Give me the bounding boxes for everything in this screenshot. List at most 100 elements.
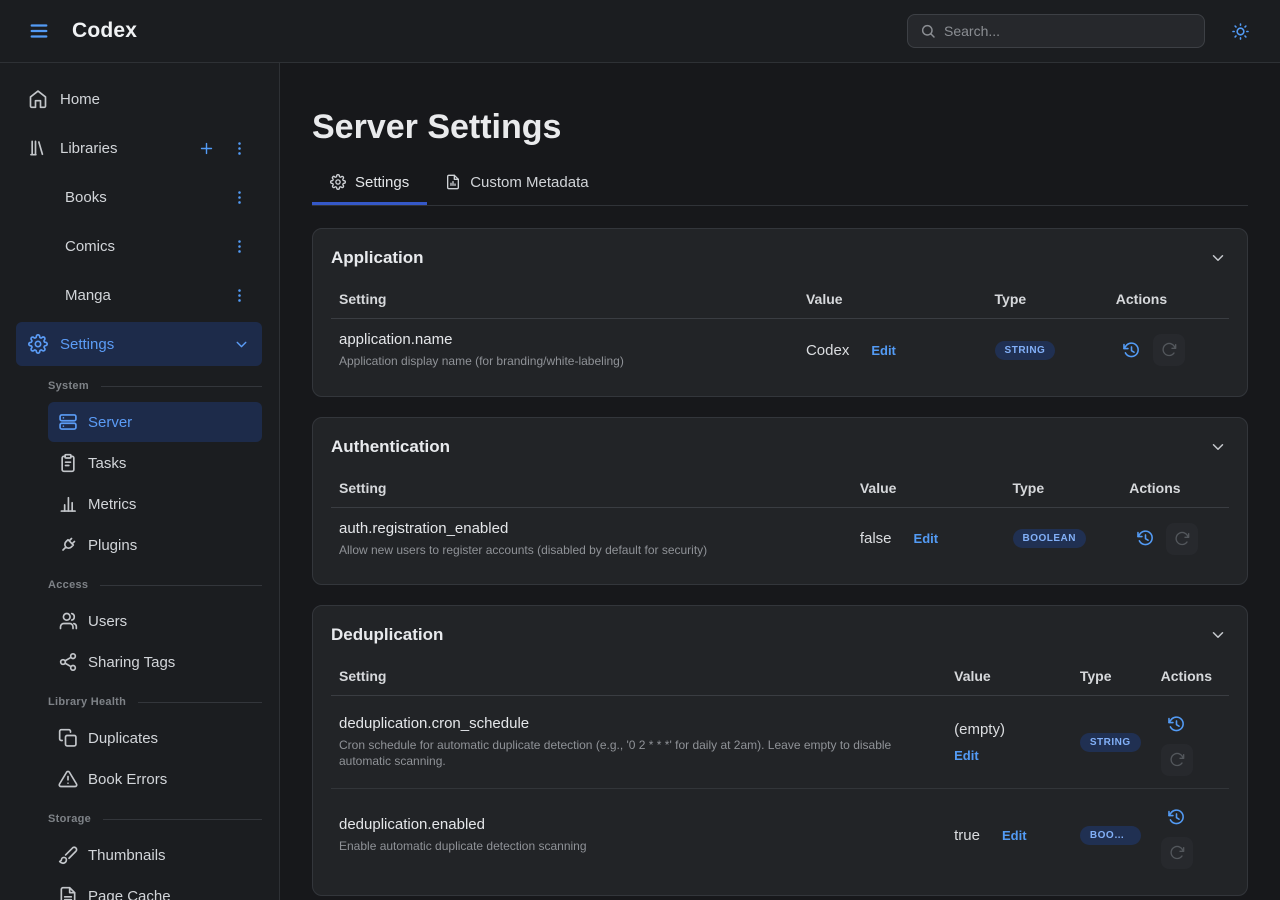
kebab-icon <box>231 140 248 157</box>
users-icon <box>58 611 78 631</box>
tab-bar: SettingsCustom Metadata <box>312 174 1248 206</box>
pdf-file-icon <box>58 886 78 900</box>
search-input[interactable] <box>944 23 1192 39</box>
setting-cell: auth.registration_enabledAllow new users… <box>331 507 852 570</box>
sidebar-item-label: Settings <box>60 336 221 353</box>
topbar: Codex <box>0 0 1280 63</box>
kebab-button[interactable] <box>229 236 250 257</box>
sidebar-item-label: Users <box>88 613 252 630</box>
layout: HomeLibrariesBooksComicsMangaSettingsSys… <box>0 63 1280 900</box>
actions-cell <box>1121 507 1229 570</box>
setting-description: Application display name (for branding/w… <box>339 353 786 370</box>
sidebar-item-label: Comics <box>65 238 217 255</box>
type-cell: STRING <box>987 318 1108 381</box>
sidebar-item-home[interactable]: Home <box>16 77 262 121</box>
settings-card-authentication: AuthenticationSettingValueTypeActionsaut… <box>312 417 1248 586</box>
value-cell: Codex Edit <box>798 318 987 381</box>
reset-button[interactable] <box>1166 523 1198 555</box>
sidebar-item-label: Thumbnails <box>88 847 252 864</box>
share-icon <box>58 652 78 672</box>
card-header: Authentication <box>331 432 1229 470</box>
column-header-type: Type <box>987 281 1108 319</box>
collapse-card-button[interactable] <box>1207 624 1229 646</box>
sidebar-item-label: Manga <box>65 287 217 304</box>
sidebar-item-libraries[interactable]: Libraries <box>16 126 262 170</box>
sidebar-item-tasks[interactable]: Tasks <box>48 443 262 483</box>
collapse-card-button[interactable] <box>1207 436 1229 458</box>
kebab-icon <box>231 287 248 304</box>
setting-value: true <box>954 827 980 844</box>
edit-button[interactable]: Edit <box>871 343 896 358</box>
copy-icon <box>58 728 78 748</box>
actions-wrap <box>1116 334 1217 366</box>
history-button[interactable] <box>1161 708 1193 740</box>
actions-wrap <box>1161 708 1217 776</box>
sidebar-item-books[interactable]: Books <box>16 175 262 219</box>
actions-cell <box>1153 789 1229 882</box>
sidebar-item-users[interactable]: Users <box>48 601 262 641</box>
reset-icon <box>1169 752 1185 768</box>
home-icon <box>28 89 48 109</box>
settings-card-deduplication: DeduplicationSettingValueTypeActionsdedu… <box>312 605 1248 896</box>
sidebar-item-server[interactable]: Server <box>48 402 262 442</box>
section-divider <box>103 819 262 820</box>
reset-button[interactable] <box>1161 744 1193 776</box>
sidebar-item-sharing-tags[interactable]: Sharing Tags <box>48 642 262 682</box>
setting-cell: deduplication.cron_scheduleCron schedule… <box>331 696 946 789</box>
sidebar-item-label: Page Cache <box>88 888 252 900</box>
type-badge: STRING <box>995 341 1056 360</box>
history-button[interactable] <box>1129 523 1161 555</box>
history-button[interactable] <box>1116 334 1148 366</box>
menu-button[interactable] <box>24 16 54 46</box>
sidebar-item-duplicates[interactable]: Duplicates <box>48 718 262 758</box>
plug-icon <box>58 535 78 555</box>
sidebar-item-thumbnails[interactable]: Thumbnails <box>48 835 262 875</box>
sidebar-item-metrics[interactable]: Metrics <box>48 484 262 524</box>
setting-row-deduplication-cron-schedule: deduplication.cron_scheduleCron schedule… <box>331 696 1229 789</box>
trailing-controls <box>196 138 250 159</box>
value-cell: true Edit <box>946 789 1072 882</box>
sidebar-item-label: Duplicates <box>88 730 252 747</box>
edit-button[interactable]: Edit <box>954 748 979 763</box>
section-label: Library Health <box>48 696 126 708</box>
sidebar-item-manga[interactable]: Manga <box>16 273 262 317</box>
main-content: Server Settings SettingsCustom Metadata … <box>280 63 1280 900</box>
card-title: Deduplication <box>331 625 443 645</box>
reset-button[interactable] <box>1161 837 1193 869</box>
card-header: Deduplication <box>331 620 1229 658</box>
sidebar-section-access: Access <box>48 575 262 595</box>
table-header-row: SettingValueTypeActions <box>331 281 1229 319</box>
sidebar-item-book-errors[interactable]: Book Errors <box>48 759 262 799</box>
sidebar-item-plugins[interactable]: Plugins <box>48 525 262 565</box>
sidebar-item-label: Metrics <box>88 496 252 513</box>
sidebar-item-label: Books <box>65 189 217 206</box>
actions-wrap <box>1161 801 1217 869</box>
reset-icon <box>1169 845 1185 861</box>
kebab-button[interactable] <box>229 138 250 159</box>
value-wrap: true Edit <box>954 827 1046 844</box>
library-icon <box>28 138 48 158</box>
kebab-button[interactable] <box>229 187 250 208</box>
tab-custom-metadata[interactable]: Custom Metadata <box>427 174 606 205</box>
card-header: Application <box>331 243 1229 281</box>
sidebar-item-comics[interactable]: Comics <box>16 224 262 268</box>
sidebar-nav: HomeLibrariesBooksComicsMangaSettingsSys… <box>0 63 280 900</box>
collapse-card-button[interactable] <box>1207 247 1229 269</box>
settings-cards: ApplicationSettingValueTypeActionsapplic… <box>312 228 1248 900</box>
edit-button[interactable]: Edit <box>914 531 939 546</box>
server-icon <box>58 412 78 432</box>
plus-button[interactable] <box>196 138 217 159</box>
setting-row-application-name: application.nameApplication display name… <box>331 318 1229 381</box>
edit-button[interactable]: Edit <box>1002 828 1027 843</box>
tab-settings[interactable]: Settings <box>312 174 427 205</box>
kebab-button[interactable] <box>229 285 250 306</box>
setting-value: Codex <box>806 342 849 359</box>
sidebar-item-label: Home <box>60 91 250 108</box>
theme-toggle-button[interactable] <box>1225 16 1256 47</box>
history-button[interactable] <box>1161 801 1193 833</box>
value-cell: (empty)Edit <box>946 696 1072 789</box>
reset-button[interactable] <box>1153 334 1185 366</box>
menu-icon <box>28 20 50 42</box>
sidebar-item-settings[interactable]: Settings <box>16 322 262 366</box>
sidebar-item-page-cache[interactable]: Page Cache <box>48 876 262 900</box>
